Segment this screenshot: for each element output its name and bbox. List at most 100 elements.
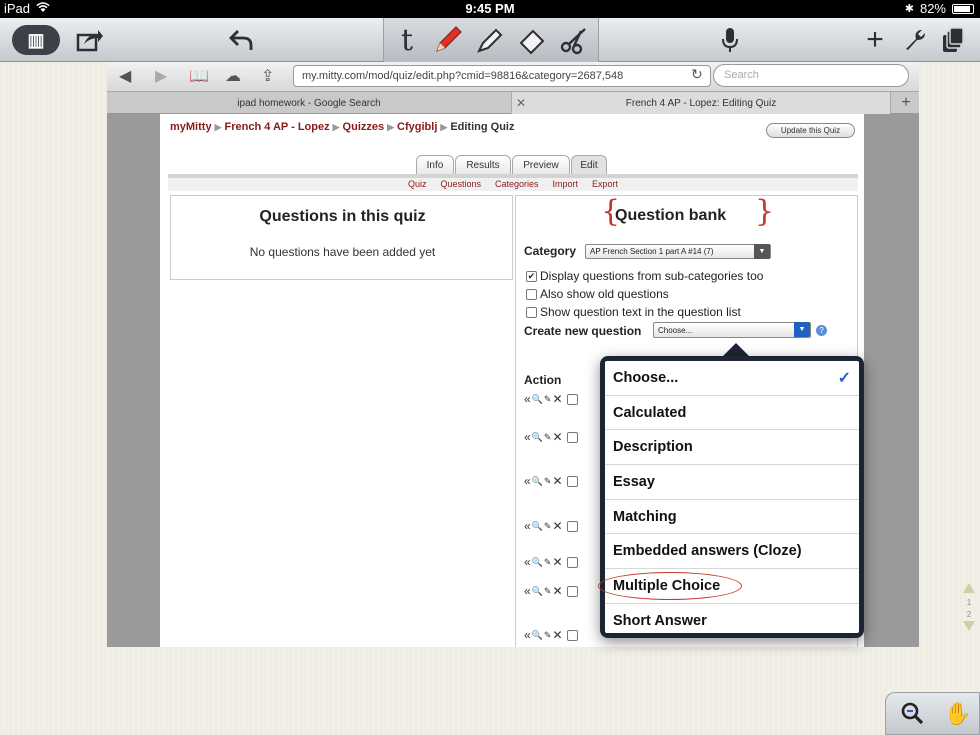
edit-icon[interactable]: ✎ <box>544 557 552 568</box>
delete-icon[interactable]: ✕ <box>552 519 562 533</box>
pages-icon[interactable] <box>938 22 968 58</box>
breadcrumb-quiz[interactable]: Cfygiblj <box>397 121 437 133</box>
preview-icon[interactable]: 🔍 <box>532 557 543 568</box>
hand-icon[interactable]: ✋ <box>944 701 971 727</box>
edit-icon[interactable]: ✎ <box>544 586 552 597</box>
question-row-actions[interactable]: «🔍 ✎ ✕ <box>524 628 578 642</box>
breadcrumb-course[interactable]: French 4 AP - Lopez <box>224 121 329 133</box>
reload-icon[interactable]: ↻ <box>691 66 703 83</box>
checkbox-icon[interactable] <box>566 629 578 641</box>
library-icon[interactable]: ▥ <box>12 25 60 55</box>
checkbox-icon[interactable] <box>566 475 578 487</box>
browser-share-icon[interactable]: ⇪ <box>261 66 274 86</box>
create-question-select[interactable]: Choose... ▼ <box>653 322 811 338</box>
delete-icon[interactable]: ✕ <box>552 555 562 569</box>
close-tab-icon[interactable]: ✕ <box>511 92 531 114</box>
tab-preview[interactable]: Preview <box>512 155 570 175</box>
option-subcategories[interactable]: ✔ Display questions from sub-categories … <box>526 269 763 283</box>
checkbox-checked-icon[interactable]: ✔ <box>526 270 537 282</box>
delete-icon[interactable]: ✕ <box>552 392 562 406</box>
move-icon[interactable]: « <box>524 474 531 488</box>
subnav-quiz[interactable]: Quiz <box>408 178 427 191</box>
edit-icon[interactable]: ✎ <box>544 432 552 443</box>
breadcrumb-quizzes[interactable]: Quizzes <box>343 121 385 133</box>
move-icon[interactable]: « <box>524 628 531 642</box>
question-row-actions[interactable]: «🔍 ✎ ✕ <box>524 519 578 533</box>
checkbox-icon[interactable] <box>566 431 578 443</box>
edit-icon[interactable]: ✎ <box>544 394 552 405</box>
question-type-essay[interactable]: Essay <box>605 465 859 500</box>
subnav-import[interactable]: Import <box>553 178 579 191</box>
forward-icon[interactable]: ▶ <box>155 66 167 86</box>
checkbox-icon[interactable] <box>566 585 578 597</box>
question-row-actions[interactable]: «🔍 ✎ ✕ <box>524 392 578 406</box>
preview-icon[interactable]: 🔍 <box>532 586 543 597</box>
subnav-categories[interactable]: Categories <box>495 178 539 191</box>
edit-icon[interactable]: ✎ <box>544 476 552 487</box>
subnav-export[interactable]: Export <box>592 178 618 191</box>
checkbox-icon[interactable] <box>566 393 578 405</box>
question-type-short-answer[interactable]: Short Answer <box>605 604 859 633</box>
delete-icon[interactable]: ✕ <box>552 474 562 488</box>
preview-icon[interactable]: 🔍 <box>532 432 543 443</box>
url-field[interactable]: my.mitty.com/mod/quiz/edit.php?cmid=9881… <box>293 65 711 87</box>
edit-icon[interactable]: ✎ <box>544 630 552 641</box>
checkbox-icon[interactable] <box>526 306 537 318</box>
undo-icon[interactable] <box>226 22 258 58</box>
option-old-questions[interactable]: Also show old questions <box>526 287 669 301</box>
tab-info[interactable]: Info <box>416 155 454 175</box>
delete-icon[interactable]: ✕ <box>552 584 562 598</box>
preview-icon[interactable]: 🔍 <box>532 394 543 405</box>
tab-results[interactable]: Results <box>455 155 511 175</box>
breadcrumb-home[interactable]: myMitty <box>170 121 212 133</box>
delete-icon[interactable]: ✕ <box>552 430 562 444</box>
edit-icon[interactable]: ✎ <box>544 521 552 532</box>
highlighter-icon[interactable] <box>472 22 508 58</box>
add-icon[interactable]: + <box>860 22 890 58</box>
move-icon[interactable]: « <box>524 430 531 444</box>
bookmarks-icon[interactable]: 📖 <box>189 66 209 86</box>
move-icon[interactable]: « <box>524 519 531 533</box>
move-icon[interactable]: « <box>524 584 531 598</box>
question-type-choose[interactable]: Choose... ✓ <box>605 361 859 396</box>
tab-google-search[interactable]: ipad homework - Google Search <box>107 92 511 114</box>
delete-icon[interactable]: ✕ <box>552 628 562 642</box>
text-tool-icon[interactable]: t <box>392 22 422 58</box>
preview-icon[interactable]: 🔍 <box>532 521 543 532</box>
help-icon[interactable]: ? <box>816 325 827 336</box>
zoom-icon[interactable] <box>900 701 924 731</box>
checkbox-icon[interactable] <box>526 288 537 300</box>
cloud-icon[interactable]: ☁ <box>225 66 241 86</box>
update-quiz-button[interactable]: Update this Quiz <box>766 123 855 138</box>
question-type-cloze[interactable]: Embedded answers (Cloze) <box>605 534 859 570</box>
search-input[interactable]: Search <box>713 64 909 87</box>
new-tab-icon[interactable]: + <box>895 92 917 114</box>
question-row-actions[interactable]: «🔍 ✎ ✕ <box>524 584 578 598</box>
back-icon[interactable]: ◀ <box>119 66 131 86</box>
checkbox-icon[interactable] <box>566 520 578 532</box>
scissors-icon[interactable] <box>556 22 592 58</box>
pen-tool-icon[interactable] <box>428 22 468 58</box>
question-row-actions[interactable]: «🔍 ✎ ✕ <box>524 430 578 444</box>
tab-edit[interactable]: Edit <box>571 155 607 175</box>
question-row-actions[interactable]: «🔍 ✎ ✕ <box>524 555 578 569</box>
option-question-text[interactable]: Show question text in the question list <box>526 305 741 319</box>
subnav-questions[interactable]: Questions <box>440 178 481 191</box>
eraser-icon[interactable] <box>514 22 550 58</box>
tab-editing-quiz[interactable]: French 4 AP - Lopez: Editing Quiz <box>511 92 891 114</box>
preview-icon[interactable]: 🔍 <box>532 476 543 487</box>
page-down-icon[interactable] <box>963 621 975 631</box>
category-select[interactable]: AP French Section 1 part A #14 (7) ▼ <box>585 244 771 259</box>
checkbox-icon[interactable] <box>566 556 578 568</box>
microphone-icon[interactable] <box>716 22 744 58</box>
preview-icon[interactable]: 🔍 <box>532 630 543 641</box>
share-icon[interactable] <box>74 22 106 58</box>
wrench-icon[interactable] <box>900 22 930 58</box>
move-icon[interactable]: « <box>524 392 531 406</box>
move-icon[interactable]: « <box>524 555 531 569</box>
question-type-matching[interactable]: Matching <box>605 500 859 535</box>
question-row-actions[interactable]: «🔍 ✎ ✕ <box>524 474 578 488</box>
question-type-description[interactable]: Description <box>605 430 859 466</box>
page-up-icon[interactable] <box>963 583 975 593</box>
question-type-calculated[interactable]: Calculated <box>605 396 859 431</box>
